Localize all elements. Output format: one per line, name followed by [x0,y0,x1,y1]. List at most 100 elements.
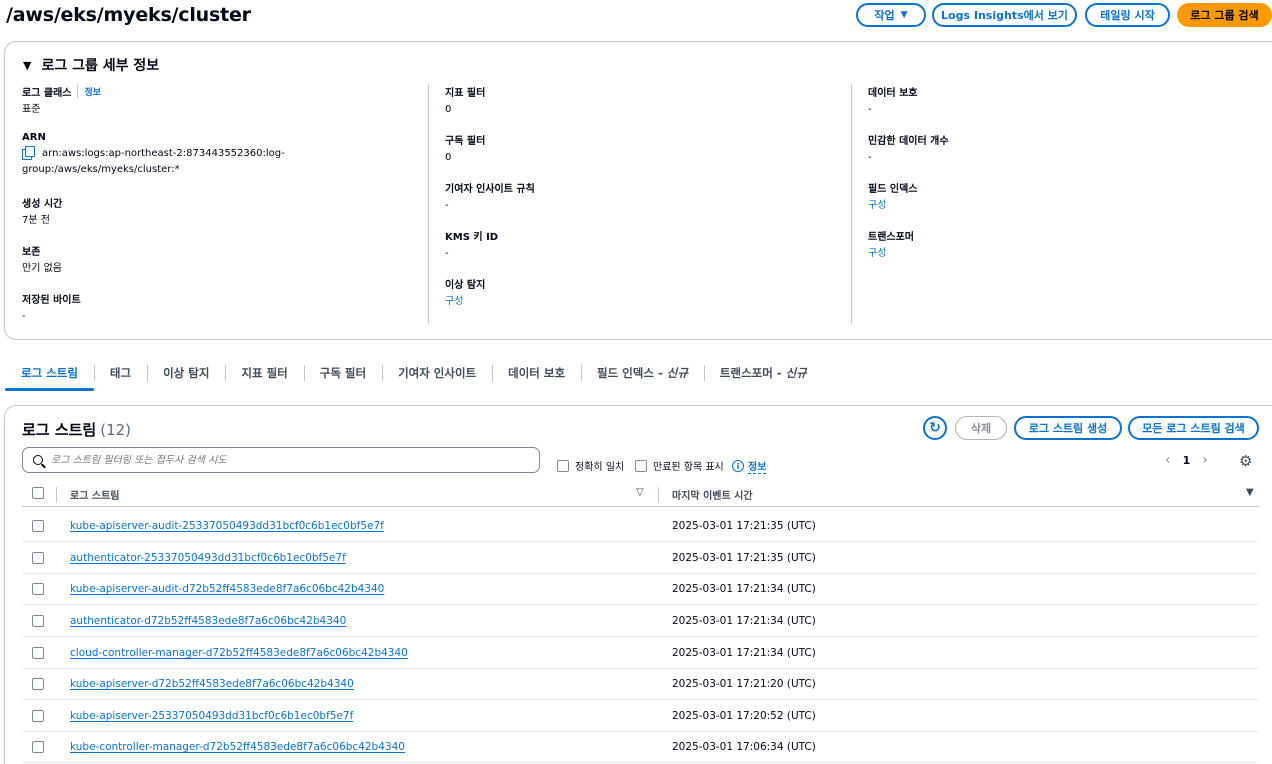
tab-contributor-insights[interactable]: 기여자 인사이트 [382,356,492,390]
filter-sort-icon[interactable]: ▽ [636,487,644,498]
log-stream-search-input[interactable] [51,454,521,466]
actions-button-label: 작업 [874,9,895,22]
tab-data-protection[interactable]: 데이터 보호 [492,356,581,390]
last-event-time: 2025-03-01 17:06:34 (UTC) [672,741,816,753]
last-event-time: 2025-03-01 17:21:35 (UTC) [672,520,816,532]
search-all-log-streams-button[interactable]: 모든 로그 스트림 검색 [1128,416,1259,440]
contributor-rules-field: 기여자 인사이트 규칙 - [445,180,535,214]
contributor-rules-value: - [445,200,449,211]
show-expired-checkbox[interactable] [635,459,647,472]
tab-label: 지표 필터 [241,366,288,380]
streams-info-label: 정보 [748,458,767,474]
next-page-icon[interactable]: › [1202,452,1208,468]
tab-new-badge: 신규 [785,366,807,380]
exact-match-label: 정확히 일치 [575,462,625,473]
metric-filter-value: 0 [445,104,452,115]
search-log-group-button[interactable]: 로그 그룹 검색 [1177,3,1272,27]
last-event-time: 2025-03-01 17:21:34 (UTC) [672,583,816,595]
start-tailing-button[interactable]: 테일링 시작 [1085,3,1170,27]
row-checkbox[interactable] [32,647,44,659]
field-index-label: 필드 인덱스 [868,184,918,195]
contributor-rules-label: 기여자 인사이트 규칙 [445,184,535,195]
tab-bar: 로그 스트림 태그 이상 탐지 지표 필터 구독 필터 기여자 인사이트 데이터… [5,356,823,391]
transformer-configure-link[interactable]: 구성 [868,246,914,262]
arn-value-line1: arn:aws:logs:ap-northeast-2:873443552360… [42,148,285,159]
last-event-time: 2025-03-01 17:21:35 (UTC) [672,552,816,564]
sensitive-count-label: 민감한 데이터 개수 [868,136,949,147]
table-row: kube-apiserver-audit-d72b52ff4583ede8f7a… [22,573,1259,605]
kms-value: - [445,248,449,259]
last-event-time: 2025-03-01 17:21:20 (UTC) [672,678,816,690]
streams-info-link[interactable]: i 정보 [732,458,767,474]
log-stream-link[interactable]: cloud-controller-manager-d72b52ff4583ede… [70,647,408,659]
logs-insights-button[interactable]: Logs Insights에서 보기 [932,3,1077,27]
row-checkbox[interactable] [32,583,44,595]
actions-button[interactable]: 작업 ▼ [856,3,926,27]
column-header-last-event-time[interactable]: 마지막 이벤트 시간 [672,487,753,502]
sensitive-count-field: 민감한 데이터 개수 - [868,132,949,166]
subscription-filter-label: 구독 필터 [445,136,486,147]
anomaly-configure-link[interactable]: 구성 [445,294,485,310]
prev-page-icon[interactable]: ‹ [1165,452,1171,468]
info-icon: i [732,460,744,472]
tab-tags[interactable]: 태그 [93,356,147,390]
exact-match-checkbox[interactable] [557,459,569,472]
tab-subscription-filters[interactable]: 구독 필터 [303,356,382,390]
tab-anomaly-detection[interactable]: 이상 탐지 [147,356,225,390]
current-page[interactable]: 1 [1183,454,1191,467]
refresh-icon[interactable]: ↻ [923,416,947,440]
log-stream-link[interactable]: kube-apiserver-audit-d72b52ff4583ede8f7a… [70,583,384,595]
tab-label: 태그 [109,366,132,380]
log-stream-link[interactable]: authenticator-d72b52ff4583ede8f7a6c06bc4… [70,615,346,627]
row-checkbox[interactable] [32,520,44,532]
page-title: /aws/eks/myeks/cluster [6,4,251,26]
row-checkbox[interactable] [32,678,44,690]
sort-descending-icon[interactable]: ▼ [1246,487,1254,498]
tab-transformer[interactable]: 트랜스포머 - 신규 [703,356,823,390]
field-index-configure-link[interactable]: 구성 [868,198,917,214]
gear-icon[interactable]: ⚙ [1239,452,1252,470]
row-checkbox[interactable] [32,615,44,627]
log-stream-link[interactable]: kube-apiserver-25337050493dd31bcf0c6b1ec… [70,710,353,722]
tab-label: 기여자 인사이트 [398,366,477,380]
copy-icon[interactable] [22,146,35,160]
select-all-checkbox[interactable] [32,487,44,499]
log-stream-link[interactable]: authenticator-25337050493dd31bcf0c6b1ec0… [70,552,346,564]
show-expired-option[interactable]: 만료된 항목 표시 [635,458,724,473]
last-event-time: 2025-03-01 17:21:34 (UTC) [672,647,816,659]
log-stream-link[interactable]: kube-apiserver-audit-25337050493dd31bcf0… [70,520,384,532]
tab-label: 트랜스포머 - [719,366,782,380]
retention-label: 보존 [22,247,41,258]
stored-bytes-label: 저장된 바이트 [22,295,81,306]
arn-field: ARN arn:aws:logs:ap-northeast-2:87344355… [22,132,285,178]
create-log-stream-button[interactable]: 로그 스트림 생성 [1014,416,1122,440]
table-row: kube-apiserver-25337050493dd31bcf0c6b1ec… [22,700,1259,732]
log-stream-search[interactable] [22,447,540,473]
data-protection-label: 데이터 보호 [868,88,918,99]
column-header-log-stream[interactable]: 로그 스트림 [70,487,119,502]
delete-button[interactable]: 삭제 [955,416,1007,440]
log-streams-heading: 로그 스트림 (12) [22,419,131,440]
exact-match-option[interactable]: 정확히 일치 [557,458,624,473]
show-expired-label: 만료된 항목 표시 [653,462,724,473]
row-checkbox[interactable] [32,552,44,564]
log-class-info-link[interactable]: 정보 [77,85,101,98]
column-divider [658,487,659,502]
arn-label: ARN [22,132,46,143]
tab-log-streams[interactable]: 로그 스트림 [5,356,94,391]
row-checkbox[interactable] [32,741,44,753]
sensitive-count-value: - [868,152,872,163]
tab-field-indexes[interactable]: 필드 인덱스 - 신규 [581,356,704,390]
log-stream-link[interactable]: kube-apiserver-d72b52ff4583ede8f7a6c06bc… [70,678,354,690]
table-row: kube-apiserver-d72b52ff4583ede8f7a6c06bc… [22,668,1259,700]
log-stream-link[interactable]: kube-controller-manager-d72b52ff4583ede8… [70,741,405,753]
tab-metric-filters[interactable]: 지표 필터 [225,356,303,390]
details-toggle[interactable]: ▼ 로그 그룹 세부 정보 [23,55,159,75]
caret-down-icon: ▼ [23,58,32,72]
tab-label: 구독 필터 [319,366,367,380]
row-checkbox[interactable] [32,710,44,722]
search-icon [33,455,43,465]
log-streams-title: 로그 스트림 [22,421,97,439]
retention-value: 만기 없음 [22,263,62,274]
pagination: ‹ 1 › [1165,452,1208,468]
